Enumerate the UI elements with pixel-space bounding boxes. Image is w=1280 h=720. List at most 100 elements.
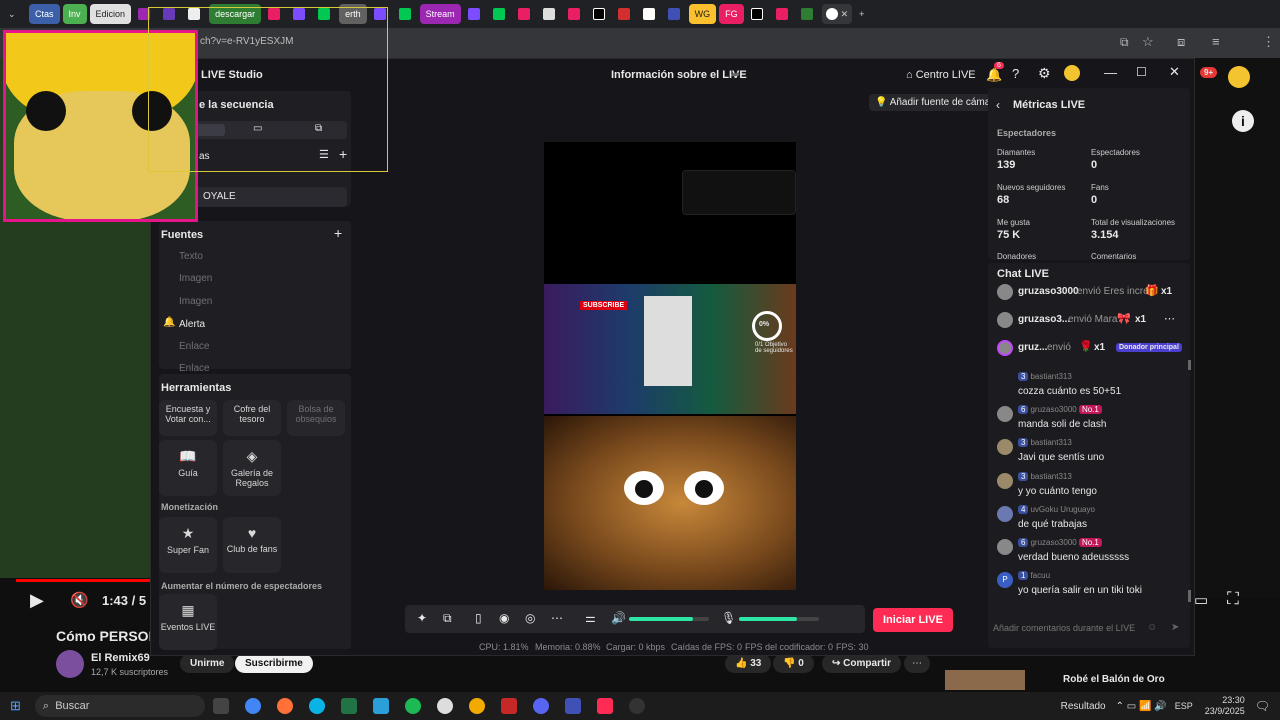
help-icon[interactable]: ? [1012,66,1019,81]
tab-group-edicion[interactable]: Edicion [89,4,132,24]
miniplayer-icon[interactable]: ▭ [1194,591,1208,609]
screen-share-icon[interactable]: ⧉ [443,611,452,626]
message-user[interactable]: uvGoku Uruguayo [1030,505,1094,514]
tab-menu[interactable]: ⌄ [4,4,26,24]
phone-icon[interactable]: ▯ [475,611,482,625]
mic-slider[interactable] [739,617,819,621]
progress-bar[interactable] [16,579,150,582]
live-events-button[interactable]: ▦ Eventos LIVE [159,594,217,650]
tab-item-active[interactable]: ✕ [821,4,853,24]
treasure-chest-button[interactable]: Cofre del tesoro [223,400,281,436]
avatar[interactable] [997,406,1013,422]
add-camera-button[interactable]: 💡 Añadir fuente de cámara [869,94,1006,111]
extensions-icon[interactable]: ⧈ [1177,34,1185,50]
source-item[interactable]: Imagen [179,296,212,307]
more-options-icon[interactable]: ⋯ [904,654,930,673]
edge-icon[interactable] [308,698,325,714]
discord-icon[interactable] [532,698,549,714]
source-item[interactable]: Imagen [179,273,212,284]
volume-slider[interactable] [629,617,709,621]
chat-scrollbar[interactable] [1188,590,1191,602]
spotify-icon[interactable] [404,698,421,714]
source-item-alerta[interactable]: Alerta [179,319,205,330]
tab-group-ctas[interactable]: Ctas [29,4,60,24]
more-options-icon[interactable]: ⋯ [1164,312,1175,325]
avatar[interactable] [997,506,1013,522]
cast-icon[interactable]: ⧉ [1120,35,1129,50]
tab-group-wg[interactable]: WG [688,4,717,24]
record-icon[interactable]: ◉ [499,611,509,625]
play-icon[interactable]: ▶ [30,590,44,611]
media-icon[interactable]: ≡ [1212,34,1220,49]
tab-item[interactable] [589,4,611,24]
avatar[interactable] [997,340,1013,356]
maximize-icon[interactable]: ☐ [1136,65,1147,79]
new-tab-button[interactable]: + [855,4,877,24]
fan-club-button[interactable]: ♥ Club de fans [223,517,281,573]
gift-user[interactable]: gruzaso3000 [1018,286,1079,297]
like-button[interactable]: 👍 33 [725,654,772,673]
windows-start-icon[interactable]: ⊞ [10,698,21,714]
tab-group-inv[interactable]: Inv [62,4,87,24]
language-indicator[interactable]: ESP [1175,701,1193,711]
subscribe-button[interactable]: Suscribirme [235,654,313,673]
message-user[interactable]: bastiant313 [1030,472,1071,481]
app-icon[interactable] [468,698,485,714]
chat-input[interactable] [993,618,1163,638]
magic-wand-icon[interactable]: ✦ [417,611,427,625]
taskbar-search[interactable]: ⌕ Buscar [34,695,205,717]
camera-toggle-icon[interactable]: ◎ [525,611,535,625]
add-source-icon[interactable]: + [334,225,342,241]
share-button[interactable]: ↪ Compartir [822,654,901,673]
bookmark-star-icon[interactable]: ☆ [1142,34,1154,50]
tab-item[interactable] [395,4,417,24]
app-icon[interactable] [436,698,453,714]
centro-live-button[interactable]: ⌂ Centro LIVE [906,69,976,81]
source-item[interactable]: Texto [179,251,203,262]
message-user[interactable]: facuu [1030,571,1050,580]
menu-icon[interactable]: ⋮ [1262,34,1275,50]
close-icon[interactable]: ✕ [1169,64,1180,80]
tab-item[interactable] [747,4,769,24]
source-item[interactable]: Enlace [179,341,210,352]
mic-icon[interactable]: 🎙 [721,611,736,625]
avatar[interactable]: P [997,572,1013,588]
gift-gallery-button[interactable]: ◈ Galería de Regalos [223,440,281,496]
tab-item[interactable] [797,4,819,24]
tab-item[interactable] [539,4,561,24]
guide-button[interactable]: 📖 Guía [159,440,217,496]
source-item[interactable]: Enlace [179,363,210,374]
gift-user[interactable]: gruzaso3... [1018,314,1070,325]
poll-tool-button[interactable]: Encuesta y Votar con... [159,400,217,436]
tab-group-stream[interactable]: Stream [419,4,461,24]
gift-bag-button[interactable]: Bolsa de obsequios [287,400,345,436]
app-icon[interactable] [628,698,645,714]
bell-icon[interactable]: 🔔 [986,67,1002,83]
channel-avatar[interactable] [56,650,84,678]
live-info-title[interactable]: Información sobre el LIVE [611,69,747,81]
info-icon[interactable]: i [1232,110,1254,132]
fullscreen-icon[interactable]: ⛶ [1227,589,1239,609]
avatar[interactable] [997,473,1013,489]
super-fan-button[interactable]: ★ Super Fan [159,517,217,573]
share-arrow-icon[interactable]: ➦ [731,68,740,81]
start-live-button[interactable]: Iniciar LIVE [873,608,953,632]
tiktok-studio-icon[interactable] [596,698,613,714]
app-icon[interactable] [564,698,581,714]
firefox-icon[interactable] [276,698,293,714]
channel-name[interactable]: El Remix69 [91,652,150,664]
tab-item[interactable] [564,4,586,24]
tab-item[interactable] [614,4,636,24]
side-video-thumbnail[interactable] [945,670,1025,690]
tab-item[interactable] [639,4,661,24]
send-icon[interactable]: ➤ [1171,622,1179,633]
back-arrow-icon[interactable]: ‹ [996,98,1000,112]
message-user[interactable]: bastiant313 [1030,438,1071,447]
mute-icon[interactable]: 🔇 [70,591,89,609]
gift-scrollbar[interactable] [1188,360,1191,370]
message-user[interactable]: gruzaso3000 [1030,405,1076,414]
avatar[interactable] [997,312,1013,328]
studio-avatar[interactable] [1064,65,1080,81]
more-icon[interactable]: ⋯ [551,611,563,625]
avatar[interactable] [997,539,1013,555]
